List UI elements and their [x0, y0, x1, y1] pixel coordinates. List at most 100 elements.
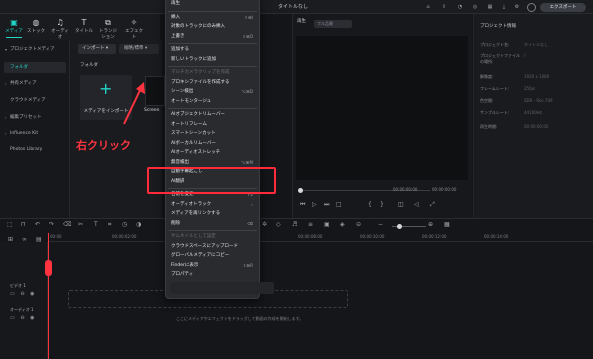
drag-preview: [170, 282, 274, 294]
sidebar-item-3[interactable]: クラウドメディア: [4, 95, 66, 106]
menu-item-1[interactable]: 挿入 ⇧⌘I: [171, 14, 257, 22]
crop-icon[interactable]: ⌗: [108, 221, 111, 229]
minus-zoom-icon[interactable]: ⊝: [356, 221, 361, 228]
sidebar-item-label: プロジェクトメディア: [10, 47, 55, 52]
menu-item-15[interactable]: 無音検出 ⌥⌘M: [171, 159, 257, 167]
scrubber-handle[interactable]: [298, 188, 303, 193]
tab-text[interactable]: T タイトル: [74, 18, 94, 36]
menu-item-5[interactable]: 新しいトラックに追加: [171, 56, 257, 64]
tab-music-note[interactable]: ♫ オーディオ: [50, 18, 70, 40]
sidebar-item-label: クラウドメディア: [10, 98, 46, 103]
menu-item-23[interactable]: クラウドスペースにアップロード: [171, 243, 257, 251]
menu-item-9[interactable]: オートモンタージュ: [171, 98, 257, 106]
ruler-tick-label: 00:00:08:00: [298, 234, 323, 239]
tab-label: タイトル: [75, 29, 93, 34]
ruler-tick-label: 00:00:12:00: [422, 234, 447, 239]
mic-icon[interactable]: ♬: [292, 221, 297, 228]
mark-in-icon[interactable]: {: [368, 201, 372, 208]
menu-item-13[interactable]: AIボーカルリムーバー: [171, 140, 257, 148]
delete-icon[interactable]: ⌫: [63, 221, 71, 228]
import-label: インポート: [82, 46, 105, 51]
mark-out-icon[interactable]: }: [380, 201, 384, 208]
next-frame-icon[interactable]: ⏭: [324, 201, 329, 209]
plus-icon: +: [99, 79, 113, 98]
menu-item-14[interactable]: AIオーディオストレッチ: [171, 149, 257, 157]
menu-item-2[interactable]: 対象のトラックにのみ挿入: [171, 23, 257, 31]
menu-item-10[interactable]: AIオブジェクトリムーバー: [171, 111, 257, 119]
marker-icon[interactable]: ◇: [276, 221, 281, 228]
link-icon[interactable]: ∞: [22, 236, 27, 243]
text-tool-icon[interactable]: T: [94, 221, 98, 228]
ai-icon[interactable]: ◈: [340, 221, 345, 228]
menu-item-26[interactable]: プロパティ: [171, 271, 257, 279]
undo-icon[interactable]: ↶: [35, 221, 40, 228]
chevron-icon: ▾: [5, 47, 8, 52]
mixer-icon[interactable]: ≡: [308, 221, 313, 228]
menu-item-24[interactable]: グローバルメディアにコピー: [171, 252, 257, 260]
snapshot-timeline-icon[interactable]: ▣: [324, 221, 330, 228]
sidebar-item-6[interactable]: Photos Library: [4, 144, 66, 155]
snapshot-icon[interactable]: ◫: [398, 201, 404, 208]
share-icon[interactable]: ⇪: [441, 4, 447, 10]
cut-icon[interactable]: ✂: [78, 221, 83, 228]
grid-icon[interactable]: ▦: [487, 4, 493, 10]
gift-icon[interactable]: ⌂: [425, 4, 431, 10]
menu-item-3[interactable]: 上書き ⇧⌘O: [171, 33, 257, 41]
zoom-in-icon[interactable]: ⊕: [428, 221, 433, 228]
import-button[interactable]: インポート ▾: [78, 44, 116, 54]
magnet-icon[interactable]: ⊓: [21, 221, 26, 228]
zoom-handle[interactable]: [397, 224, 402, 229]
menu-item-12[interactable]: スマートシーンカット: [171, 130, 257, 138]
menu-item-21[interactable]: 削除 ⌫: [171, 220, 257, 228]
audio-track-controls[interactable]: ▭ ⊖ ◉: [10, 315, 36, 321]
video-track-controls[interactable]: ▭ ⊖ ◉: [10, 291, 36, 297]
sort-dropdown[interactable]: 縮略/標準 ▾: [119, 44, 159, 54]
menu-item-20[interactable]: メディアを再リンクする: [171, 210, 257, 218]
tab-effect[interactable]: ✧ エフェクト: [124, 18, 144, 40]
menu-item-label: 追加する: [171, 47, 189, 52]
select-tool-icon[interactable]: ⬚: [7, 221, 13, 228]
menu-item-7[interactable]: プロキシファイルを作成する: [171, 79, 257, 87]
download-icon[interactable]: ⤓: [501, 4, 507, 10]
playhead-handle[interactable]: [45, 260, 52, 276]
zoom-out-icon[interactable]: −: [378, 221, 383, 228]
menu-item-label: 削除: [171, 220, 180, 226]
settings-icon[interactable]: ⚙: [514, 4, 520, 10]
add-track-icon[interactable]: ⊞: [8, 236, 13, 243]
tab-media[interactable]: ▣ メディア: [4, 18, 24, 36]
info-value: 00:00:00:00: [524, 124, 549, 129]
stop-icon[interactable]: □: [336, 201, 342, 208]
sidebar-item-1[interactable]: フォルダ: [4, 62, 66, 73]
sidebar-item-2[interactable]: › 共有メディア: [4, 78, 66, 89]
play-icon[interactable]: ▷: [312, 201, 317, 208]
menu-item-8[interactable]: シーン検出 ⌥⌘D: [171, 88, 257, 96]
tab-stock[interactable]: ◍ ストック: [26, 18, 46, 36]
speed-icon[interactable]: ◷: [122, 221, 127, 228]
render-icon[interactable]: ✲: [262, 221, 267, 228]
redo-icon[interactable]: ↷: [49, 221, 54, 228]
export-button[interactable]: エクスポート: [540, 3, 586, 12]
playhead[interactable]: [48, 233, 49, 359]
headset-icon[interactable]: ◎: [472, 4, 478, 10]
volume-icon[interactable]: ◁: [414, 201, 419, 208]
tab-transition[interactable]: ⧉ トランジション: [98, 18, 118, 40]
color-icon[interactable]: ◑: [136, 221, 141, 228]
prev-frame-icon[interactable]: ⏮: [300, 201, 305, 209]
avatar[interactable]: [527, 3, 536, 12]
bell-icon[interactable]: ◔: [457, 4, 463, 10]
menu-item-19[interactable]: オーディオトラック ›: [171, 201, 257, 209]
sidebar-item-4[interactable]: › 編集プリセット: [4, 112, 66, 123]
lock-icon[interactable]: ▤: [36, 236, 42, 243]
menu-item-25[interactable]: Finderに表示 ⇧⌘R: [171, 262, 257, 270]
menu-item-0[interactable]: 再生: [171, 0, 257, 8]
sidebar-item-0[interactable]: ▾ プロジェクトメディア: [4, 44, 66, 55]
menu-separator: [168, 10, 257, 12]
sidebar-item-5[interactable]: › Influence Kit: [4, 128, 66, 139]
menu-item-label: AIオーディオストレッチ: [171, 150, 221, 155]
menu-item-4[interactable]: 追加する: [171, 46, 257, 54]
quality-dropdown[interactable]: フル品質: [314, 20, 352, 28]
grid-view-icon[interactable]: ▦: [444, 221, 450, 228]
menu-item-11[interactable]: オートリフレーム: [171, 121, 257, 129]
screen-recording-clip[interactable]: [145, 76, 165, 106]
fullscreen-icon[interactable]: ⤢: [430, 201, 435, 209]
